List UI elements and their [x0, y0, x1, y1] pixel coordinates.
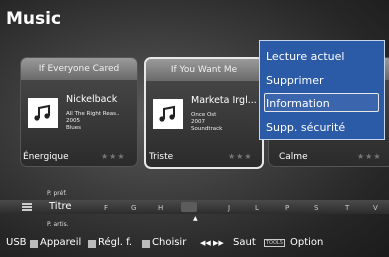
- album-info: All The Right Reas.. 2005 Blues: [66, 111, 119, 132]
- song-card-1[interactable]: If Everyone Cared Nickelback All The Rig…: [20, 57, 138, 167]
- menu-item-lecture-actuel[interactable]: Lecture actuel: [266, 50, 344, 63]
- artist-name: Marketa Irgl...: [191, 95, 257, 106]
- context-menu: Lecture actuel Supprimer Information Sup…: [259, 40, 385, 140]
- footer-appareil[interactable]: Appareil: [40, 237, 81, 248]
- genre: Blues: [66, 125, 82, 131]
- mood-label-1: Énergique: [23, 152, 69, 162]
- yellow-button-icon: [142, 240, 150, 248]
- letter-index[interactable]: H: [158, 204, 163, 212]
- red-button-icon: [30, 240, 38, 248]
- song-title: If Everyone Cared: [21, 58, 137, 80]
- skip-arrows-icon: ◀◀ ▶▶: [200, 239, 224, 247]
- green-button-icon: [88, 240, 96, 248]
- footer-choisir[interactable]: Choisir: [152, 237, 186, 248]
- letter-index[interactable]: V: [373, 204, 378, 212]
- album-name: Once Ost: [191, 112, 217, 118]
- menu-item-information[interactable]: Information: [266, 97, 330, 110]
- sort-prev-label: P. préf.: [47, 190, 67, 197]
- current-position-marker-icon: ▲: [193, 215, 198, 222]
- letter-index[interactable]: T: [345, 204, 349, 212]
- list-icon: [22, 203, 32, 211]
- footer-saut[interactable]: Saut: [233, 237, 256, 248]
- music-note-icon: [153, 99, 183, 129]
- album-name: All The Right Reas..: [66, 111, 120, 117]
- letter-index[interactable]: F: [104, 204, 108, 212]
- footer-regl[interactable]: Régl. f.: [98, 237, 132, 248]
- letter-index[interactable]: J: [228, 204, 230, 212]
- tools-button-icon: TOOLS: [264, 239, 285, 247]
- source-label: USB: [6, 237, 27, 248]
- letter-index[interactable]: S: [314, 204, 318, 212]
- sort-current-label[interactable]: Titre: [49, 201, 72, 212]
- rating-stars-3: ★★★: [357, 152, 382, 161]
- rating-stars-1: ★★★: [101, 152, 126, 161]
- letter-index[interactable]: G: [131, 204, 136, 212]
- music-browser-screen: Music If Everyone Cared Nickelback All T…: [0, 0, 389, 257]
- mood-label-3: Calme: [279, 152, 308, 162]
- sort-next-label: P. artis.: [47, 221, 69, 228]
- album-year: 2005: [66, 118, 80, 124]
- mood-label-2: Triste: [149, 152, 174, 162]
- letter-index[interactable]: P: [285, 204, 289, 212]
- artist-name: Nickelback: [66, 94, 118, 105]
- letter-index[interactable]: L: [255, 204, 259, 212]
- music-note-icon: [28, 98, 58, 128]
- page-title: Music: [6, 9, 62, 29]
- album-year: 2007: [191, 119, 205, 125]
- footer-option[interactable]: Option: [290, 237, 323, 248]
- menu-item-supprimer[interactable]: Supprimer: [266, 74, 324, 87]
- menu-item-supp-securite[interactable]: Supp. sécurité: [266, 121, 345, 134]
- current-letter-highlight: [181, 202, 197, 212]
- genre: Soundtrack: [191, 126, 223, 132]
- rating-stars-2: ★★★: [228, 152, 253, 161]
- album-info: Once Ost 2007 Soundtrack: [191, 112, 222, 133]
- song-title: If You Want Me: [146, 59, 262, 81]
